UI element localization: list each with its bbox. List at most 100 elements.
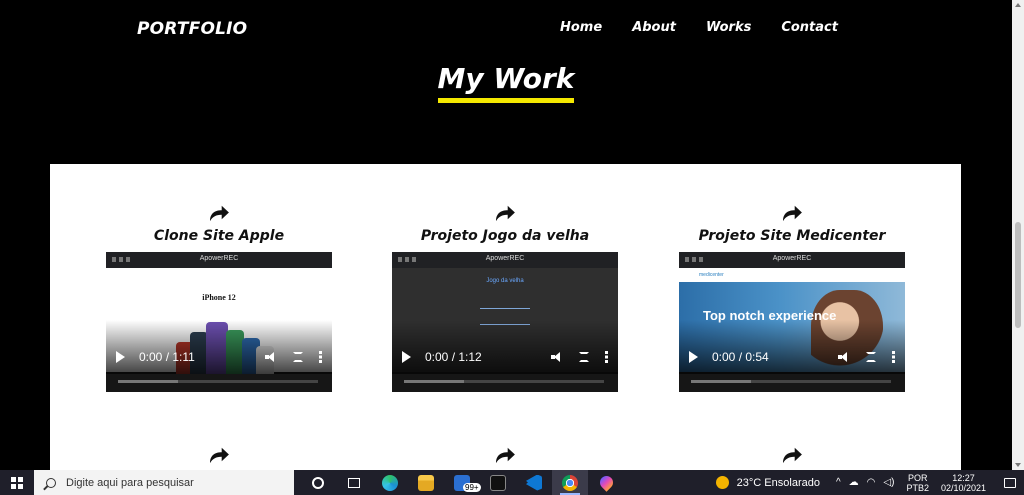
keyboard-layout: PTB2	[906, 482, 929, 493]
video-time: 0:00 / 1:11	[139, 350, 195, 364]
wifi-icon[interactable]: ◠	[867, 477, 876, 488]
scroll-up-icon[interactable]	[1015, 3, 1021, 7]
fullscreen-icon[interactable]	[293, 352, 303, 362]
windows-logo-icon	[11, 476, 23, 489]
browser-bar: ApowerREC	[106, 252, 332, 268]
chevron-up-icon[interactable]: ^	[836, 477, 841, 488]
project-title[interactable]: Projeto Jogo da velha	[385, 228, 625, 244]
cloud-icon[interactable]: ☁	[849, 477, 859, 488]
section-title: My Work	[437, 62, 575, 103]
project-video[interactable]: ApowerREC Jogo da velha 0:00 / 1:12	[392, 252, 618, 392]
search-icon	[46, 477, 56, 488]
clock-time: 12:27	[952, 472, 975, 483]
video-watermark: ApowerREC	[485, 255, 525, 262]
terminal-icon	[490, 474, 506, 491]
search-placeholder: Digite aqui para pesquisar	[66, 476, 194, 489]
project-card: Projeto Site Medicenter ApowerREC medice…	[672, 204, 912, 392]
video-watermark: ApowerREC	[199, 255, 239, 262]
start-button[interactable]	[0, 470, 34, 495]
chrome-app[interactable]	[552, 470, 588, 495]
volume-icon[interactable]	[838, 352, 850, 362]
share-arrow-icon[interactable]	[208, 446, 230, 464]
chrome-icon	[562, 474, 578, 491]
browser-bar: ApowerREC	[679, 252, 905, 268]
video-progress[interactable]	[679, 374, 905, 392]
fullscreen-icon[interactable]	[866, 352, 876, 362]
share-arrow-icon[interactable]	[494, 446, 516, 464]
volume-icon[interactable]	[551, 352, 563, 362]
share-arrow-icon[interactable]	[208, 204, 230, 222]
task-view-icon	[348, 477, 360, 488]
cortana-icon	[312, 476, 324, 489]
clock-date: 02/10/2021	[940, 482, 986, 493]
work-panel: Clone Site Apple ApowerREC iPhone 12 0:0…	[50, 164, 961, 474]
task-view-button[interactable]	[336, 470, 372, 495]
project-card: Projeto Jogo da velha ApowerREC Jogo da …	[385, 204, 625, 392]
scroll-thumb[interactable]	[1015, 222, 1021, 328]
share-arrow-icon[interactable]	[781, 446, 803, 464]
store-app[interactable]: 99+	[444, 470, 481, 495]
share-arrow-icon[interactable]	[781, 204, 803, 222]
paint-drop-icon	[596, 473, 616, 492]
preview-title: iPhone 12	[202, 293, 236, 302]
page-scrollbar[interactable]	[1012, 0, 1024, 470]
video-time: 0:00 / 1:12	[425, 350, 482, 364]
system-tray: 23°C Ensolarado ^ ☁ ◠ ◁) POR PTB2 12:27 …	[715, 470, 1024, 495]
video-progress[interactable]	[392, 374, 618, 392]
video-controls: 0:00 / 1:11	[106, 344, 332, 370]
edge-app[interactable]	[372, 470, 408, 495]
project-video[interactable]: ApowerREC iPhone 12 0:00 / 1:11	[106, 252, 332, 392]
sun-icon	[715, 476, 729, 489]
play-icon[interactable]	[116, 351, 125, 363]
speaker-icon[interactable]: ◁)	[883, 477, 894, 488]
nav-works[interactable]: Works	[706, 20, 751, 35]
terminal-app[interactable]	[480, 470, 516, 495]
tray-icons: ^ ☁ ◠ ◁)	[832, 477, 898, 488]
video-watermark: ApowerREC	[772, 255, 812, 262]
play-icon[interactable]	[689, 351, 698, 363]
page-header: PORTFOLIO Home About Works Contact My Wo…	[0, 0, 1012, 150]
paint-app[interactable]	[588, 470, 624, 495]
volume-icon[interactable]	[265, 352, 277, 362]
brand-logo[interactable]: PORTFOLIO	[137, 19, 247, 39]
video-controls: 0:00 / 1:12	[392, 344, 618, 370]
play-icon[interactable]	[402, 351, 411, 363]
weather-widget[interactable]: 23°C Ensolarado	[715, 476, 820, 489]
windows-taskbar: Digite aqui para pesquisar 99+ 23°C Enso…	[0, 470, 1024, 495]
more-options-icon[interactable]	[605, 351, 608, 363]
main-nav: Home About Works Contact	[560, 20, 868, 35]
project-title[interactable]: Clone Site Apple	[99, 228, 339, 244]
preview-logo: medicenter	[699, 272, 724, 278]
notification-center-button[interactable]	[996, 470, 1024, 495]
nav-home[interactable]: Home	[560, 20, 602, 35]
folder-icon	[418, 474, 434, 491]
clock[interactable]: 12:27 02/10/2021	[941, 473, 986, 493]
nav-about[interactable]: About	[632, 20, 676, 35]
nav-contact[interactable]: Contact	[781, 20, 838, 35]
project-title[interactable]: Projeto Site Medicenter	[672, 228, 912, 244]
vscode-icon	[526, 474, 542, 491]
cortana-button[interactable]	[300, 470, 336, 495]
more-options-icon[interactable]	[892, 351, 895, 363]
browser-bar: ApowerREC	[392, 252, 618, 268]
fullscreen-icon[interactable]	[579, 352, 589, 362]
language-indicator[interactable]: POR PTB2	[906, 473, 929, 493]
taskbar-apps: 99+	[300, 470, 624, 495]
video-progress[interactable]	[106, 374, 332, 392]
more-options-icon[interactable]	[319, 351, 322, 363]
project-card: Clone Site Apple ApowerREC iPhone 12 0:0…	[99, 204, 339, 392]
section-title-wrapper: My Work	[0, 62, 1012, 103]
vscode-app[interactable]	[516, 470, 552, 495]
file-explorer-app[interactable]	[408, 470, 444, 495]
video-time: 0:00 / 0:54	[712, 350, 769, 364]
edge-icon	[382, 474, 398, 491]
preview-title: Jogo da velha	[486, 278, 524, 284]
video-controls: 0:00 / 0:54	[679, 344, 905, 370]
scroll-down-icon[interactable]	[1015, 463, 1021, 467]
language-code: POR	[907, 472, 928, 483]
project-video[interactable]: ApowerREC medicenter Top notch experienc…	[679, 252, 905, 392]
share-arrow-icon[interactable]	[494, 204, 516, 222]
taskbar-search[interactable]: Digite aqui para pesquisar	[34, 470, 294, 495]
notification-icon	[1004, 477, 1016, 488]
weather-text: 23°C Ensolarado	[736, 476, 820, 489]
